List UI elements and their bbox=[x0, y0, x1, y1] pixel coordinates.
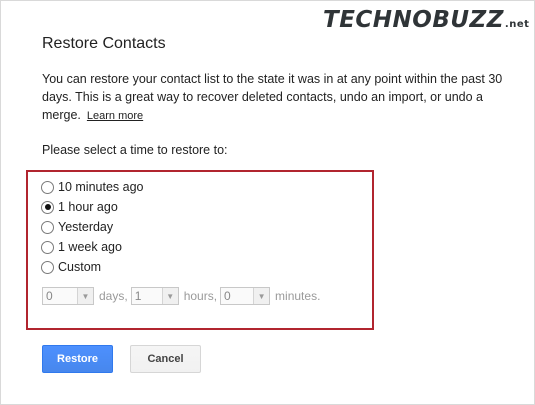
option-label-1-hour: 1 hour ago bbox=[58, 200, 118, 214]
radio-yesterday[interactable] bbox=[41, 220, 54, 234]
option-label-1-week: 1 week ago bbox=[58, 240, 122, 254]
option-1-hour[interactable]: 1 hour ago bbox=[41, 197, 143, 217]
restore-button[interactable]: Restore bbox=[42, 345, 113, 373]
radio-10-minutes[interactable] bbox=[41, 180, 54, 194]
option-yesterday[interactable]: Yesterday bbox=[41, 217, 143, 237]
minutes-select[interactable]: 0 ▼ bbox=[220, 287, 271, 305]
option-10-minutes[interactable]: 10 minutes ago bbox=[41, 177, 143, 197]
option-label-custom: Custom bbox=[58, 260, 102, 274]
days-unit-label: days, bbox=[99, 289, 128, 303]
days-select[interactable]: 0 ▼ bbox=[42, 287, 94, 305]
chevron-down-icon: ▼ bbox=[161, 288, 178, 304]
chevron-down-icon: ▼ bbox=[77, 288, 93, 304]
restore-time-options: 10 minutes ago 1 hour ago Yesterday 1 we… bbox=[41, 177, 143, 277]
minutes-unit-label: minutes. bbox=[275, 289, 321, 303]
minutes-select-value: 0 bbox=[224, 289, 231, 303]
restore-time-prompt: Please select a time to restore to: bbox=[42, 143, 228, 157]
option-label-yesterday: Yesterday bbox=[58, 220, 114, 234]
radio-custom[interactable] bbox=[41, 260, 54, 274]
custom-time-row: 0 ▼ days, 1 ▼ hours, 0 ▼ minutes. bbox=[42, 287, 323, 305]
learn-more-link[interactable]: Learn more bbox=[87, 110, 143, 122]
dialog-description: You can restore your contact list to the… bbox=[42, 70, 517, 125]
radio-1-hour[interactable] bbox=[41, 200, 54, 214]
watermark-tld-text: .net bbox=[504, 19, 530, 30]
days-select-value: 0 bbox=[46, 289, 53, 303]
technobuzz-watermark: TECHNOBUZZ .net bbox=[323, 7, 529, 37]
cancel-button[interactable]: Cancel bbox=[130, 345, 201, 373]
chevron-down-icon: ▼ bbox=[253, 288, 270, 304]
watermark-main-text: TECHNOBUZZ bbox=[323, 7, 504, 33]
option-custom[interactable]: Custom bbox=[41, 257, 143, 277]
option-label-10-minutes: 10 minutes ago bbox=[58, 180, 144, 194]
hours-unit-label: hours, bbox=[183, 289, 218, 303]
dialog-title: Restore Contacts bbox=[42, 35, 166, 52]
hours-select[interactable]: 1 ▼ bbox=[130, 287, 179, 305]
option-1-week[interactable]: 1 week ago bbox=[41, 237, 143, 257]
hours-select-value: 1 bbox=[134, 289, 142, 303]
radio-1-week[interactable] bbox=[41, 240, 54, 254]
